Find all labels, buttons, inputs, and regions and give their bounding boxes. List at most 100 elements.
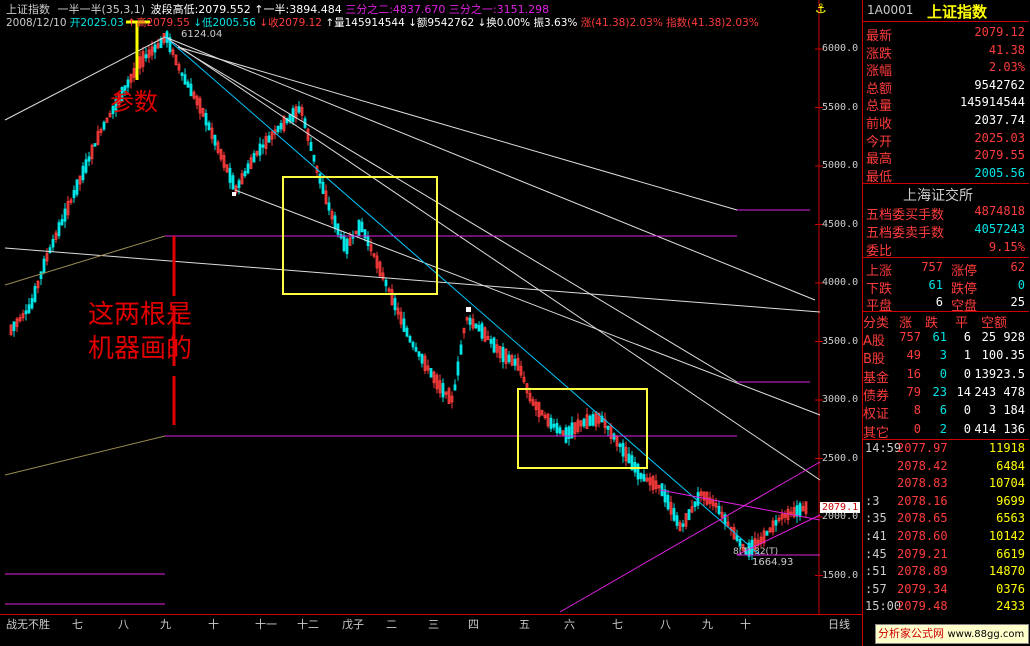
quote-value: 2025.03 [974,130,1025,145]
candle-body [384,279,388,287]
time-axis-month: 十 [208,618,219,631]
trade-price: 2078.60 [897,529,948,543]
candle-body [639,473,643,480]
candle-body [459,344,463,355]
candle-body [87,156,91,162]
trade-row[interactable]: 2078.83 10704 [863,476,1029,494]
two-thirds-value: 三分之二:4837.670 [345,3,446,16]
time-axis-month: 九 [160,618,171,631]
bar-volume: ↑量145914544 [325,17,405,29]
trade-row[interactable]: 15:00 2079.48 2433 [863,599,1029,617]
candle-body [180,72,184,76]
candle-body [276,125,280,133]
price-axis-tick: 4000.0 [822,277,859,288]
candle-body [417,351,421,357]
category-name: 基金 [863,370,890,386]
time-axis-month: 九 [702,618,713,631]
trend-line [164,36,816,301]
category-name: 其它 [863,425,890,441]
category-amount: 3 184 [988,403,1025,418]
candle-body [30,298,34,309]
trade-row[interactable]: :57 2079.34 0376 [863,582,1029,600]
index-change: 指数(41.38)2.03% [666,17,759,29]
candle-body [81,165,85,181]
quote-row: 今开 2025.03 [863,130,1029,150]
time-axis-month: 五 [519,618,530,631]
security-name: 上证指数 [927,3,988,21]
candle-body [27,304,31,314]
time-axis-month: 十 [740,618,751,631]
candle-body [186,81,190,88]
indicator-name[interactable]: 一半一半(35,3,1) [58,3,146,16]
breadth-row: 下跌 61 跌停 0 [863,277,1029,297]
trade-row[interactable]: 14:59 2077.97 11918 [863,441,1029,459]
breadth-row: 上涨 757 涨停 62 [863,259,1029,279]
candle-body [183,74,187,85]
candle-body [312,154,316,162]
low-marks: 8(T) 32(T) [733,547,779,557]
quote-row: 最高 2079.55 [863,147,1029,167]
candle-body [39,271,43,280]
price-axis-tick: 5000.0 [822,160,859,171]
order-value: 4874818 [974,204,1025,218]
trade-price: 2078.42 [897,458,948,473]
quote-row: 总量 145914544 [863,94,1029,114]
trade-price: 2079.48 [897,599,948,614]
category-up: 757 [899,330,921,344]
trade-volume: 2433 [996,599,1025,614]
anchor-icon[interactable]: ⚓ [815,2,827,17]
candle-body [606,425,610,430]
bar-turnover: ↓换0.00% [477,17,531,29]
order-row: 五档委买手数 4874818 [863,203,1029,223]
quote-value: 145914544 [959,95,1025,110]
candle-body [243,171,247,177]
watermark-banner: 分析家公式网 www.88gg.com [875,624,1029,644]
category-up: 8 [913,403,921,418]
trade-row[interactable]: :3 2078.16 9699 [863,494,1029,512]
price-axis-tick: 1500.0 [822,569,859,581]
band-high-value: 波段高低:2079.552 [150,3,251,16]
watermark-url: www.88gg.com [947,629,1025,640]
trend-line [659,489,821,521]
candle-body [402,318,406,332]
trade-row[interactable]: :45 2079.21 6619 [863,547,1029,565]
trade-price: 2078.83 [897,476,948,491]
quote-panel: 1A0001 上证指数 最新 2079.12 涨跌 41.38 涨幅 2.03% 总额 954… [862,0,1030,646]
candle-body [474,323,478,329]
trade-price: 2079.21 [897,546,948,561]
trade-price: 2079.34 [897,581,948,596]
trade-row[interactable]: 2078.42 6484 [863,459,1029,477]
security-code: 1A0001 [867,3,914,17]
candle-body [288,114,292,122]
candle-body [75,179,79,195]
candle-body [72,189,76,199]
trend-line [177,46,738,383]
category-up: 49 [906,348,921,363]
candle-body [441,383,445,398]
category-row: B股 49 3 1 100.35 [863,347,1029,367]
trade-row[interactable]: :51 2078.89 14870 [863,564,1029,582]
breadth-value: 62 [1010,260,1025,274]
order-row: 五档委卖手数 4057243 [863,221,1029,241]
trade-row[interactable]: :35 2078.65 6563 [863,511,1029,529]
breadth-row: 平盘 6 空盘 25 [863,294,1029,314]
trend-line [164,36,761,556]
candle-body [489,339,493,344]
pivot-marker [466,307,471,312]
candle-body [84,159,88,173]
time-axis-month: 八 [660,618,671,631]
period-label[interactable]: 日线 [828,616,850,632]
exchange-name: 上海证交所 [903,188,973,204]
trade-row[interactable]: :41 2078.60 10142 [863,529,1029,547]
time-axis-month: 七 [612,618,623,631]
kline-chart-area[interactable]: 上证指数 一半一半(35,3,1) 波段高低:2079.552 ↑一半:3894… [0,0,862,646]
candle-body [267,135,271,143]
divider [863,183,1029,184]
candle-body [558,427,562,434]
candle-body [552,423,556,428]
candle-body [237,180,241,188]
bar-amplitude: 振3.63% [533,17,578,29]
category-flat: 14 [956,384,971,399]
trade-volume: 10704 [988,476,1025,491]
time-axis-month: 二 [386,618,397,631]
